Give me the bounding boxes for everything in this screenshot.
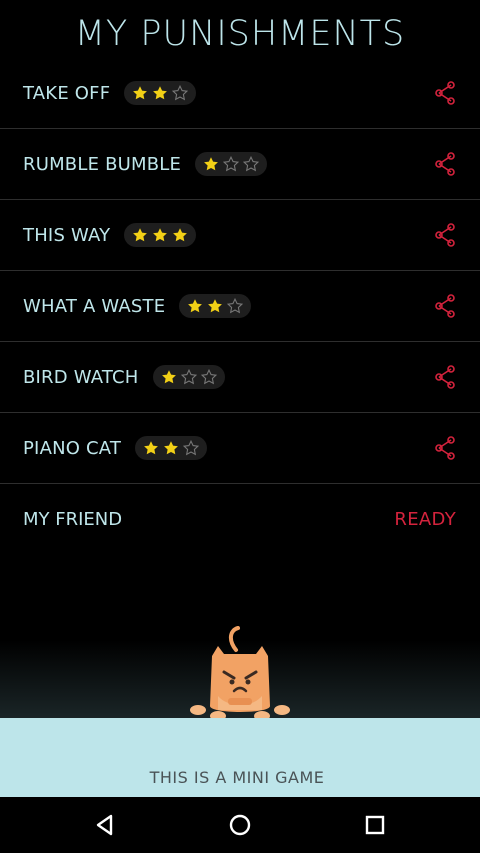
punishment-name: THIS WAY bbox=[23, 224, 111, 246]
mini-game-label: THIS IS A MINI GAME bbox=[149, 768, 325, 787]
star-empty-icon bbox=[172, 85, 189, 101]
home-circle-icon[interactable] bbox=[226, 811, 254, 839]
star-rating bbox=[195, 152, 268, 176]
page-title: MY PUNISHMENTS bbox=[74, 14, 406, 54]
star-rating bbox=[124, 223, 197, 247]
star-rating bbox=[152, 365, 225, 389]
star-filled-icon bbox=[164, 441, 179, 455]
star-filled-icon bbox=[144, 441, 159, 455]
ready-status[interactable]: READY bbox=[394, 509, 456, 530]
punishment-name: PIANO CAT bbox=[23, 437, 122, 459]
share-icon[interactable] bbox=[432, 222, 458, 248]
star-filled-icon bbox=[188, 299, 203, 313]
recents-square-icon[interactable] bbox=[361, 811, 389, 839]
star-empty-icon bbox=[200, 369, 217, 385]
star-filled-icon bbox=[173, 228, 188, 242]
punishment-row[interactable]: BIRD WATCH bbox=[0, 342, 480, 413]
mini-game-ground[interactable]: THIS IS A MINI GAME bbox=[0, 718, 480, 798]
punishment-row[interactable]: RUMBLE BUMBLE bbox=[0, 129, 480, 200]
punishment-row[interactable]: PIANO CAT bbox=[0, 413, 480, 484]
punishment-row[interactable]: WHAT A WASTE bbox=[0, 271, 480, 342]
share-icon[interactable] bbox=[432, 151, 458, 177]
star-filled-icon bbox=[153, 228, 168, 242]
share-icon[interactable] bbox=[432, 293, 458, 319]
share-icon[interactable] bbox=[432, 364, 458, 390]
star-empty-icon bbox=[243, 156, 260, 172]
star-empty-icon bbox=[180, 369, 197, 385]
share-icon[interactable] bbox=[432, 435, 458, 461]
star-filled-icon bbox=[133, 86, 148, 100]
star-empty-icon bbox=[183, 440, 200, 456]
star-filled-icon bbox=[153, 86, 168, 100]
star-filled-icon bbox=[133, 228, 148, 242]
star-filled-icon bbox=[161, 370, 176, 384]
share-icon[interactable] bbox=[432, 80, 458, 106]
star-empty-icon bbox=[227, 298, 244, 314]
my-friend-row[interactable]: MY FRIEND READY bbox=[0, 484, 480, 554]
cat-character-icon[interactable] bbox=[188, 626, 292, 722]
star-rating bbox=[135, 436, 208, 460]
punishment-row[interactable]: THIS WAY bbox=[0, 200, 480, 271]
back-triangle-icon[interactable] bbox=[91, 811, 119, 839]
punishment-list: TAKE OFF RUMBLE BUMBLE THIS WAY WHAT A W… bbox=[0, 58, 480, 554]
star-rating bbox=[179, 294, 252, 318]
star-empty-icon bbox=[223, 156, 240, 172]
star-filled-icon bbox=[204, 157, 218, 171]
punishment-name: RUMBLE BUMBLE bbox=[23, 153, 182, 175]
punishment-name: WHAT A WASTE bbox=[23, 295, 166, 317]
android-nav-bar bbox=[0, 797, 480, 853]
punishment-name: BIRD WATCH bbox=[23, 366, 139, 388]
punishment-name: TAKE OFF bbox=[23, 82, 111, 104]
star-filled-icon bbox=[208, 299, 223, 313]
punishment-row[interactable]: TAKE OFF bbox=[0, 58, 480, 129]
star-rating bbox=[124, 81, 197, 105]
friend-label: MY FRIEND bbox=[23, 508, 123, 530]
